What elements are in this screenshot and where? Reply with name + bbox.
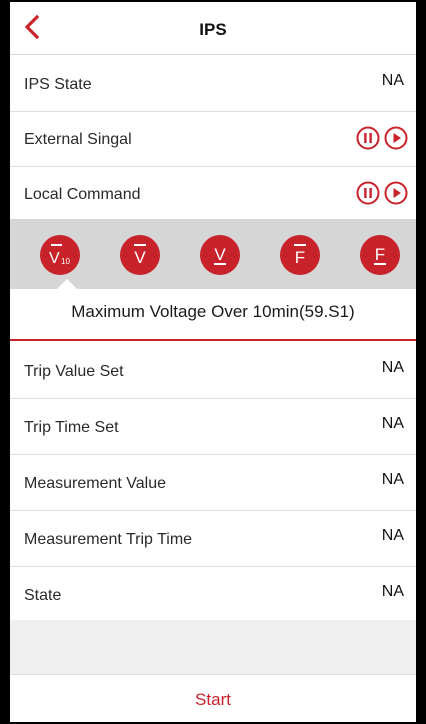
measurement-value-label: Measurement Value xyxy=(24,475,166,492)
pause-icon xyxy=(356,181,380,205)
protection-description: Maximum Voltage Over 10min(59.S1) xyxy=(10,289,416,341)
external-signal-play-button[interactable] xyxy=(384,126,408,150)
ips-state-label: IPS State xyxy=(24,76,92,93)
device-frame-left xyxy=(0,0,10,724)
ips-state-row: IPS State NA xyxy=(10,55,416,112)
trip-value-set-value: NA xyxy=(381,359,404,376)
measurement-value-row: Measurement Value NA xyxy=(10,454,416,511)
trip-time-set-row[interactable]: Trip Time Set NA xyxy=(10,398,416,455)
overvoltage-icon: V xyxy=(134,244,146,267)
voltage-10min-icon: V 10 xyxy=(49,244,70,267)
selected-tab-indicator xyxy=(57,279,77,289)
tab-overfrequency[interactable]: F xyxy=(280,235,320,275)
state-label: State xyxy=(24,587,62,604)
local-command-row: Local Command xyxy=(10,165,416,222)
navigation-bar: IPS xyxy=(10,2,416,55)
play-icon xyxy=(384,181,408,205)
measurement-trip-time-label: Measurement Trip Time xyxy=(24,531,193,548)
trip-time-set-label: Trip Time Set xyxy=(24,419,119,436)
measurement-trip-time-value: NA xyxy=(381,527,404,544)
ips-state-value: NA xyxy=(381,72,404,89)
external-signal-row: External Singal xyxy=(10,110,416,167)
tab-overvoltage-symbol: V xyxy=(134,248,146,267)
device-frame-right xyxy=(416,0,426,724)
tab-underfrequency-symbol: F xyxy=(375,245,385,264)
measurement-trip-time-row: Measurement Trip Time NA xyxy=(10,510,416,567)
local-command-controls xyxy=(352,181,408,207)
external-signal-pause-button[interactable] xyxy=(356,126,380,150)
ips-screen: IPS IPS State NA External Singal Local C… xyxy=(10,2,416,722)
trip-value-set-row[interactable]: Trip Value Set NA xyxy=(10,342,416,399)
tab-undervoltage-symbol: V xyxy=(214,245,226,264)
tab-voltage-10min[interactable]: V 10 xyxy=(40,235,80,275)
external-signal-label: External Singal xyxy=(24,131,132,148)
spacer-block xyxy=(10,620,416,674)
undervoltage-icon: V xyxy=(214,245,226,265)
trip-time-set-value: NA xyxy=(381,415,404,432)
play-icon xyxy=(384,126,408,150)
tab-overfrequency-symbol: F xyxy=(295,248,305,267)
local-command-pause-button[interactable] xyxy=(356,181,380,205)
tab-undervoltage[interactable]: V xyxy=(200,235,240,275)
measurement-value-value: NA xyxy=(381,471,404,488)
tab-underfrequency[interactable]: F xyxy=(360,235,400,275)
page-title: IPS xyxy=(199,20,227,39)
start-button[interactable]: Start xyxy=(10,674,416,722)
state-value: NA xyxy=(381,583,404,600)
tab-overvoltage[interactable]: V xyxy=(120,235,160,275)
local-command-play-button[interactable] xyxy=(384,181,408,205)
trip-value-set-label: Trip Value Set xyxy=(24,363,124,380)
tab-voltage-10min-symbol: V xyxy=(49,250,60,267)
external-signal-controls xyxy=(352,126,408,152)
state-row: State NA xyxy=(10,566,416,623)
tab-voltage-10min-subscript: 10 xyxy=(61,257,70,266)
overfrequency-icon: F xyxy=(294,244,306,267)
underfrequency-icon: F xyxy=(374,245,386,265)
local-command-label: Local Command xyxy=(24,186,141,203)
pause-icon xyxy=(356,126,380,150)
